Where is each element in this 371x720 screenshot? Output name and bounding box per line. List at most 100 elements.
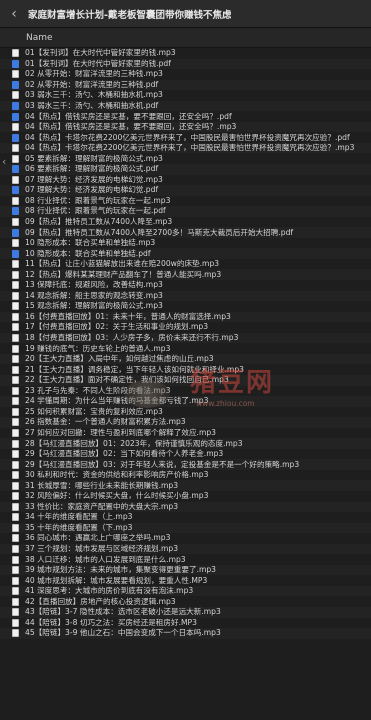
audio-file-icon: [12, 460, 19, 469]
file-row[interactable]: 09【热点】推特员工数从7400人降至.mp3: [0, 217, 371, 228]
file-row[interactable]: 35 十年的维度看配置（下.mp3: [0, 522, 371, 534]
file-name: 19 赚钱的底气：历史车轮上的普通人.mp3: [25, 343, 171, 353]
file-row[interactable]: 03 弱水三千：汤勺、木桶和抽水机.mp3: [0, 90, 371, 101]
file-row[interactable]: 04【热点】卡塔尔花费2200亿美元世界杯来了，中国股民最害怕世界杯投资魔咒再次…: [0, 142, 371, 154]
file-row[interactable]: 23 孔子与先秦：不同人生阶段的看法.mp3: [0, 386, 371, 397]
file-row[interactable]: 10 隐形成本：联合买单和单独结.mp3: [0, 238, 371, 249]
audio-file-icon: [12, 154, 19, 163]
audio-file-icon: [12, 471, 19, 480]
pdf-file-icon: [12, 59, 19, 68]
file-row[interactable]: 30 私利和时代：资金的供给和利率影响房产价格.mp3: [0, 470, 371, 481]
audio-file-icon: [12, 439, 19, 448]
file-name: 26 指数基金：一个普通人的财富积累方法.mp3: [25, 417, 186, 427]
audio-file-icon: [12, 270, 19, 279]
file-row[interactable]: 40 城市规划拆解：城市发展要看规划，要重人性.MP3: [0, 575, 371, 586]
file-row[interactable]: 22【王大力直播】面对不确定性，我们该如何找回自己.mp3: [0, 374, 371, 386]
file-name: 03 弱水三千：汤勺、木桶和抽水机.mp3: [25, 90, 163, 100]
audio-file-icon: [12, 555, 19, 564]
pdf-file-icon: [12, 186, 19, 195]
file-name: 31 长城厚雪：哪些行业未来能长期赚钱.mp3: [25, 480, 179, 490]
file-row[interactable]: 02 从零开始：财富洋流里的三种钱.mp3: [0, 69, 371, 80]
file-row[interactable]: 44【陪链】3-8 切巧之法：买房经还是租房好.MP3: [0, 618, 371, 629]
file-row[interactable]: 17【付费直播回放】02：关于生活和事业的规划.mp3: [0, 322, 371, 333]
file-row[interactable]: 38 人口迁移：城市的人口发展到底是什么.mp3: [0, 554, 371, 565]
audio-file-icon: [12, 70, 19, 79]
file-row[interactable]: 08 行业择优：跟着景气的玩家在一起.mp3: [0, 196, 371, 207]
file-row[interactable]: 33 性价比：家庭资产配置中的大盘大宗.mp3: [0, 501, 371, 513]
file-row[interactable]: 42【直播回放】房地产的核心投资逻辑.mp3: [0, 596, 371, 607]
file-name: 45【陪链】3-9 他山之石：中国会变成下一个日本吗.mp3: [25, 628, 221, 638]
file-row[interactable]: 34 十年的维度看配置（上.mp3: [0, 512, 371, 523]
audio-file-icon: [12, 629, 19, 638]
file-name: 20【王大力直播】入局中年，如何越过焦虑的山丘.mp3: [25, 354, 214, 364]
audio-file-icon: [12, 196, 19, 205]
file-name: 08 行业择优：跟着景气的玩家在一起.pdf: [25, 206, 166, 216]
pdf-file-icon: [12, 207, 19, 216]
audio-file-icon: [12, 386, 19, 395]
file-row[interactable]: 19 赚钱的底气：历史车轮上的普通人.mp3: [0, 343, 371, 354]
audio-file-icon: [12, 218, 19, 227]
file-name: 15 观念拆解：理解财富的极简公式.mp3: [25, 301, 163, 311]
file-row[interactable]: 07 理解大势：经济发展的电梯幻觉.mp3: [0, 175, 371, 186]
file-row[interactable]: 36 同心城市：遇赢北上广哪座之举吗.mp3: [0, 533, 371, 544]
file-row[interactable]: 10 隐形成本：联合买单和单独结.pdf: [0, 248, 371, 259]
file-row[interactable]: 04【热点】借钱买房还是买基，要不要跟回，还安全吗？.pdf: [0, 111, 371, 122]
file-name: 04【热点】借钱买房还是买基，要不要跟回，还安全吗？.mp3: [25, 122, 237, 132]
file-row[interactable]: 39 城市规划方法：未来的城市，集聚变得更重要了.mp3: [0, 564, 371, 576]
file-row[interactable]: 28【马红漫直播回放】01：2023年，保持谨慎乐观的态度.mp3: [0, 438, 371, 449]
file-row[interactable]: 29【马红漫直播回放】02：当下如何看待个人养老金.mp3: [0, 449, 371, 460]
audio-file-icon: [12, 428, 19, 437]
file-row[interactable]: 05 要素拆解：理解财富的极简公式.mp3: [0, 153, 371, 164]
file-row[interactable]: 45【陪链】3-9 他山之石：中国会变成下一个日本吗.mp3: [0, 628, 371, 639]
file-row[interactable]: 24 学懂周期：为什么当年赚钱的马基金都亏钱了.mp3: [0, 396, 371, 407]
file-row[interactable]: 04【热点】借钱买房还是买基，要不要跟回，还安全吗？.mp3: [0, 121, 371, 133]
file-row[interactable]: 15 观念拆解：理解财富的极简公式.mp3: [0, 301, 371, 312]
pdf-file-icon: [12, 228, 19, 237]
audio-file-icon: [12, 323, 19, 332]
file-name: 02 从零开始：财富洋流里的三种钱.mp3: [25, 69, 163, 79]
file-name: 03 弱水三千：汤勺、木桶和抽水机.pdf: [25, 101, 159, 110]
file-row[interactable]: 32 风险偏好：什么时候买大盘，什么时候买小盘.mp3: [0, 491, 371, 502]
title-bar: ‹ 家庭财富增长计划-戴老板智囊团带你赚钱不焦虑: [0, 0, 371, 28]
pdf-file-icon: [12, 165, 19, 174]
file-row[interactable]: 04【热点】卡塔尔花费2200亿美元世界杯来了，中国股民最害怕世界杯投资魔咒再次…: [0, 132, 371, 143]
file-row[interactable]: 14 观念拆解：船主思家的观念转变.mp3: [0, 290, 371, 302]
audio-file-icon: [12, 418, 19, 427]
back-arrow-icon[interactable]: ‹: [6, 6, 22, 22]
file-name: 29【马红漫直播回放】02：当下如何看待个人养老金.mp3: [25, 449, 224, 459]
pdf-file-icon: [12, 133, 19, 142]
file-row[interactable]: 37 三个规划：城市发展与区域经济规划.mp3: [0, 543, 371, 555]
file-row[interactable]: 06 要素拆解：理解财富的极简公式.pdf: [0, 164, 371, 175]
file-row[interactable]: 11【热点】让庄小蓝猫解放出来谁在赔200w的床垫.mp3: [0, 259, 371, 270]
file-row[interactable]: 20【王大力直播】入局中年，如何越过焦虑的山丘.mp3: [0, 353, 371, 365]
file-row[interactable]: 01【发刊词】在大时代中管好家里的钱.pdf: [0, 58, 371, 70]
file-row[interactable]: 41 深度思考：大城市的房价到底有没有泡沫.mp3: [0, 585, 371, 597]
file-row[interactable]: 27 如何应对回撤：理性与盈利到底哪个解释了效应.mp3: [0, 428, 371, 439]
file-name: 13 保障托底：规避风险，改善结构.mp3: [25, 280, 163, 290]
file-row[interactable]: 03 弱水三千：汤勺、木桶和抽水机.pdf: [0, 100, 371, 112]
audio-file-icon: [12, 397, 19, 406]
file-row[interactable]: 09【热点】推特员工数从7400人降至2700多！马斯克大裁员后开始大招聘.pd…: [0, 227, 371, 238]
name-column-header[interactable]: Name: [26, 33, 53, 43]
file-row[interactable]: 08 行业择优：跟着景气的玩家在一起.pdf: [0, 206, 371, 217]
file-row[interactable]: 18【付费直播回放】03：人少房子多，房价未来还行不行.mp3: [0, 332, 371, 344]
file-row[interactable]: 43【陪链】3-7 隐性成本：选市区老破小还是远大新.mp3: [0, 606, 371, 618]
audio-file-icon: [12, 123, 19, 132]
file-row[interactable]: 21【王大力直播】调务稳定，当下年轻人该如何就业和择业.mp3: [0, 364, 371, 375]
file-row[interactable]: 13 保障托底：规避风险，改善结构.mp3: [0, 280, 371, 291]
column-header[interactable]: Name: [0, 28, 371, 48]
audio-file-icon: [12, 144, 19, 153]
file-row[interactable]: 31 长城厚雪：哪些行业未来能长期赚钱.mp3: [0, 480, 371, 491]
file-row[interactable]: 16【付费直播回放】01：未来十年，普通人的财富选择.mp3: [0, 311, 371, 323]
file-row[interactable]: 01【发刊词】在大时代中管好家里的钱.mp3: [0, 48, 371, 59]
file-name: 11【热点】让庄小蓝猫解放出来谁在赔200w的床垫.mp3: [25, 259, 220, 269]
file-row[interactable]: 02 从零开始：财富洋流里的三种钱.pdf: [0, 79, 371, 91]
file-row[interactable]: 26 指数基金：一个普通人的财富积累方法.mp3: [0, 417, 371, 428]
file-row[interactable]: 29【马红漫直播回放】03：对于年轻人来说，定投基金是不是一个好的策略.mp3: [0, 459, 371, 470]
file-row[interactable]: 25 如何积累财富：宝贵的复利效应.mp3: [0, 407, 371, 418]
file-name: 02 从零开始：财富洋流里的三种钱.pdf: [25, 79, 159, 89]
file-row[interactable]: 12【热点】爆料某某理财产品翻车了！普通人能买吗.mp3: [0, 269, 371, 281]
file-row[interactable]: 07 理解大势：经济发展的电梯幻觉.pdf: [0, 185, 371, 196]
audio-file-icon: [12, 291, 19, 300]
chevron-left-icon[interactable]: ‹: [2, 155, 6, 168]
